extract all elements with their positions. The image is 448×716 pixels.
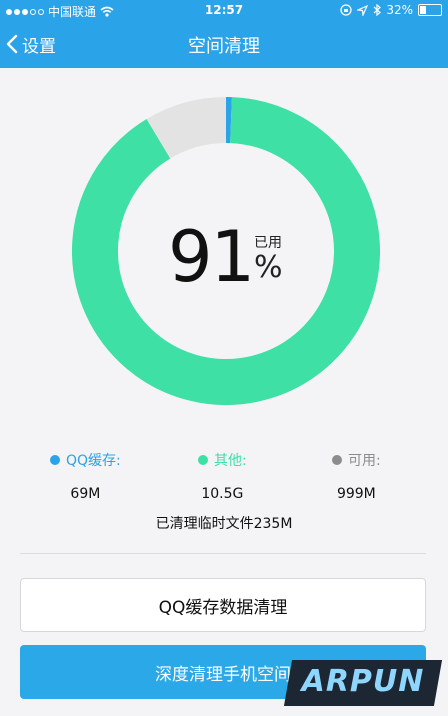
- status-right: 32%: [340, 3, 442, 17]
- donut-segment-available: [146, 97, 227, 159]
- qq-cache-clean-button[interactable]: QQ缓存数据清理: [20, 578, 426, 632]
- legend-label: QQ缓存:: [66, 453, 121, 469]
- legend-item-qq-cache: QQ缓存: 69M: [50, 450, 121, 502]
- bluetooth-icon: [373, 4, 382, 16]
- legend-dot-icon: [332, 455, 342, 465]
- usage-used-label: 已用: [254, 235, 282, 251]
- legend-item-available: 可用: 999M: [332, 450, 381, 502]
- legend-label: 其他:: [214, 453, 247, 469]
- battery-fill: [420, 6, 427, 14]
- back-label: 设置: [22, 36, 56, 57]
- battery-percent: 32%: [386, 3, 413, 17]
- status-bar: 中国联通 12:57 32%: [0, 0, 448, 20]
- usage-percent-value: 91: [168, 216, 255, 298]
- page-title: 空间清理: [188, 36, 260, 57]
- legend-dot-icon: [198, 455, 208, 465]
- location-icon: [357, 4, 369, 16]
- legend-value: 69M: [70, 486, 101, 502]
- battery-icon: [418, 4, 442, 16]
- usage-percent-sign: %: [254, 250, 283, 285]
- legend-dot-icon: [50, 455, 60, 465]
- back-button[interactable]: 设置: [6, 30, 56, 58]
- watermark-logo: ARPUN: [301, 664, 425, 699]
- legend-item-other: 其他: 10.5G: [198, 450, 247, 502]
- legend-value: 999M: [336, 486, 376, 502]
- nav-bar: 设置 空间清理: [0, 20, 448, 68]
- rotation-lock-icon: [340, 4, 352, 16]
- chevron-left-icon: [6, 34, 18, 54]
- cleaned-summary: 已清理临时文件235M: [155, 516, 293, 532]
- divider: [20, 553, 426, 554]
- legend-label: 可用:: [348, 453, 381, 469]
- legend-value: 10.5G: [201, 486, 244, 502]
